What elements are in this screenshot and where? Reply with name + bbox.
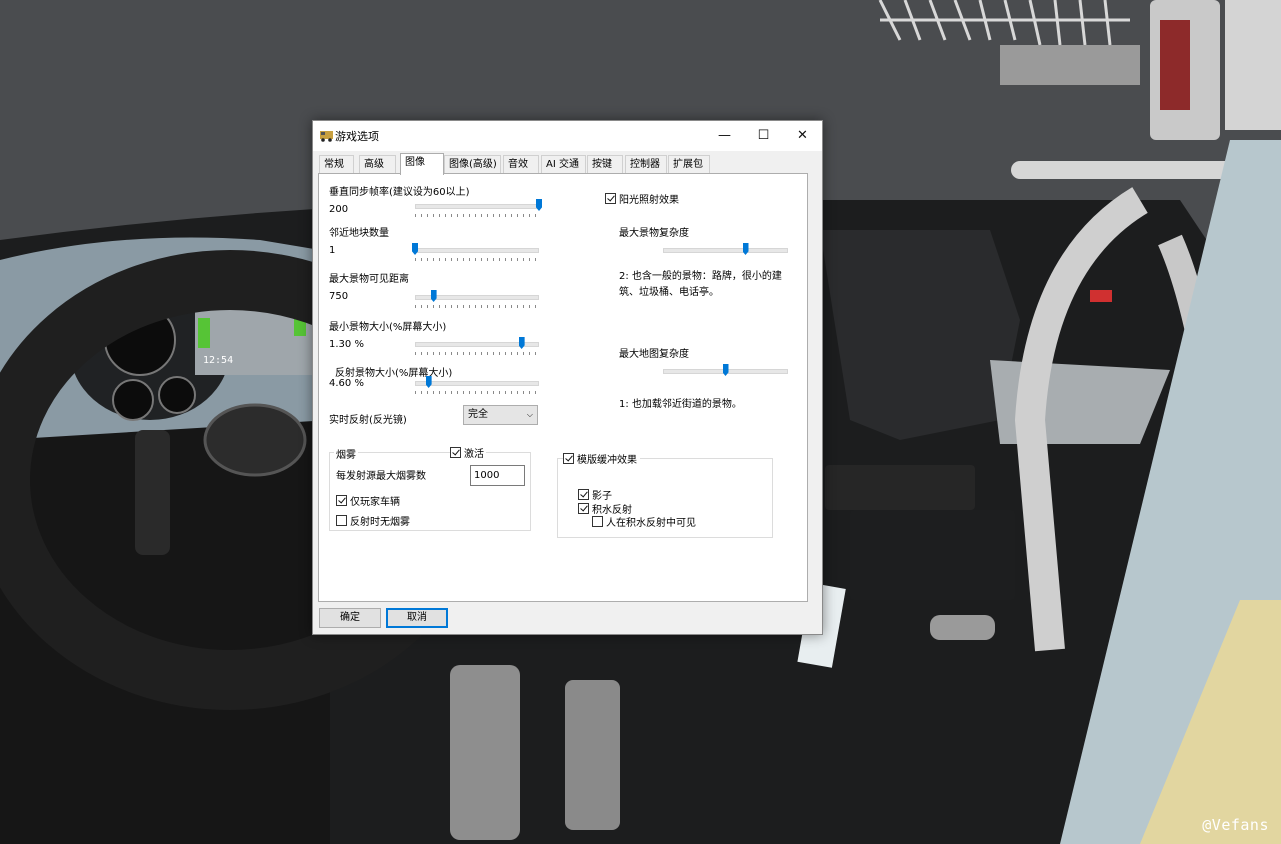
maximize-button[interactable]: ☐ [744, 121, 783, 149]
tab-sound[interactable]: 音效 [503, 155, 539, 174]
stencil-label: 模版缓冲效果 [577, 455, 637, 466]
slider-track [415, 381, 539, 386]
min-object-size-slider[interactable] [415, 337, 539, 355]
realtime-reflection-selected: 完全 [468, 409, 488, 420]
fog-activate-checkbox[interactable]: 激活 [450, 445, 486, 460]
tab-advanced[interactable]: 高级 [359, 155, 396, 174]
fog-group: 烟雾 激活 每发射源最大烟雾数 1000 仅玩家车辆 反射时无烟雾 [329, 445, 531, 531]
fog-activate-label: 激活 [464, 449, 484, 460]
sunlight-checkbox[interactable]: 阳光照射效果 [605, 191, 679, 206]
dashboard-clock: 12:54 [203, 355, 234, 366]
graphics-tab-panel: 垂直同步帧率(建议设为60以上) 200 邻近地块数量 1 最大景物可见距离 7… [318, 173, 808, 602]
player-only-checkbox[interactable]: 仅玩家车辆 [336, 493, 400, 508]
bus-app-icon [320, 131, 333, 142]
dialog-title: 游戏选项 [335, 130, 379, 143]
chevron-down-icon: ⌵ [526, 410, 533, 419]
slider-ticks [415, 258, 539, 261]
min-object-size-value: 1.30 % [329, 339, 364, 350]
tab-graphics-advanced[interactable]: 图像(高级) [444, 155, 501, 174]
game-options-dialog: 游戏选项 — ☐ ✕ 常规 高级 图像 图像(高级) 音效 AI 交通 按键 控… [312, 120, 823, 635]
slider-thumb[interactable] [742, 243, 749, 255]
no-fog-in-reflection-checkbox[interactable]: 反射时无烟雾 [336, 513, 410, 528]
slider-ticks [415, 352, 539, 355]
scenery-complexity-description: 2: 也含一般的景物：路牌，很小的建筑、垃圾桶、电话亭。 [619, 271, 782, 298]
tab-controllers[interactable]: 控制器 [625, 155, 667, 174]
slider-thumb[interactable] [430, 290, 437, 302]
stencil-checkbox[interactable]: 模版缓冲效果 [563, 451, 640, 466]
slider-thumb[interactable] [412, 243, 418, 255]
checkbox-box [605, 193, 616, 204]
nearby-tiles-label: 邻近地块数量 [329, 228, 389, 239]
slider-track [415, 248, 539, 253]
fog-group-title: 烟雾 [334, 446, 358, 461]
checkbox-box [578, 489, 589, 500]
max-object-distance-value: 750 [329, 291, 349, 302]
title-bar[interactable]: 游戏选项 — ☐ ✕ [313, 121, 822, 151]
ok-button[interactable]: 确定 [319, 608, 381, 628]
slider-track [415, 204, 539, 209]
max-object-distance-label: 最大景物可见距离 [329, 274, 409, 285]
cancel-button[interactable]: 取消 [386, 608, 448, 628]
slider-ticks [415, 214, 539, 217]
vsync-value: 200 [329, 204, 349, 215]
nearby-tiles-slider[interactable] [412, 243, 539, 261]
slider-thumb[interactable] [518, 337, 525, 349]
realtime-reflection-select[interactable]: 完全 ⌵ [463, 405, 538, 425]
sunlight-label: 阳光照射效果 [619, 195, 679, 206]
vsync-label: 垂直同步帧率(建议设为60以上) [329, 187, 470, 198]
checkbox-box [578, 503, 589, 514]
checkbox-box [563, 453, 574, 464]
slider-thumb[interactable] [722, 364, 729, 376]
tab-addons[interactable]: 扩展包 [668, 155, 710, 174]
scenery-complexity-label: 最大景物复杂度 [619, 228, 689, 239]
stencil-group: 模版缓冲效果 影子 积水反射 人在积水反射中可见 [557, 451, 773, 538]
slider-ticks [415, 305, 539, 308]
map-complexity-label: 最大地图复杂度 [619, 349, 689, 360]
checkbox-box [592, 516, 603, 527]
people-in-reflection-checkbox[interactable]: 人在积水反射中可见 [592, 514, 696, 529]
max-fog-label: 每发射源最大烟雾数 [336, 471, 426, 482]
close-button[interactable]: ✕ [783, 121, 822, 149]
checkbox-box [336, 515, 347, 526]
slider-thumb[interactable] [536, 199, 542, 211]
watermark: @Vefans [1202, 816, 1269, 834]
tab-keys[interactable]: 按键 [587, 155, 623, 174]
slider-track [663, 248, 788, 253]
checkbox-box [336, 495, 347, 506]
min-object-size-label: 最小景物大小(%屏幕大小) [329, 322, 447, 333]
player-only-label: 仅玩家车辆 [350, 497, 400, 508]
realtime-reflection-label: 实时反射(反光镜) [329, 415, 407, 426]
vsync-slider[interactable] [415, 199, 542, 217]
reflection-object-size-value: 4.60 % [329, 378, 364, 389]
slider-thumb[interactable] [425, 376, 432, 388]
people-in-reflection-label: 人在积水反射中可见 [606, 518, 696, 529]
tab-general[interactable]: 常规 [319, 155, 354, 174]
minimize-button[interactable]: — [705, 121, 744, 149]
shadows-checkbox[interactable]: 影子 [578, 487, 612, 502]
slider-ticks [415, 391, 539, 394]
no-fog-in-reflection-label: 反射时无烟雾 [350, 517, 410, 528]
reflection-object-size-slider[interactable] [415, 376, 539, 394]
scenery-complexity-slider[interactable] [663, 243, 788, 259]
shadows-label: 影子 [592, 491, 612, 502]
checkbox-box [450, 447, 461, 458]
tab-graphics[interactable]: 图像 [400, 153, 444, 175]
map-complexity-description: 1: 也加载邻近街道的景物。 [619, 399, 742, 410]
tab-ai-traffic[interactable]: AI 交通 [541, 155, 586, 174]
max-object-distance-slider[interactable] [415, 290, 539, 308]
map-complexity-slider[interactable] [663, 364, 788, 380]
max-fog-input[interactable]: 1000 [470, 465, 525, 486]
nearby-tiles-value: 1 [329, 245, 336, 256]
